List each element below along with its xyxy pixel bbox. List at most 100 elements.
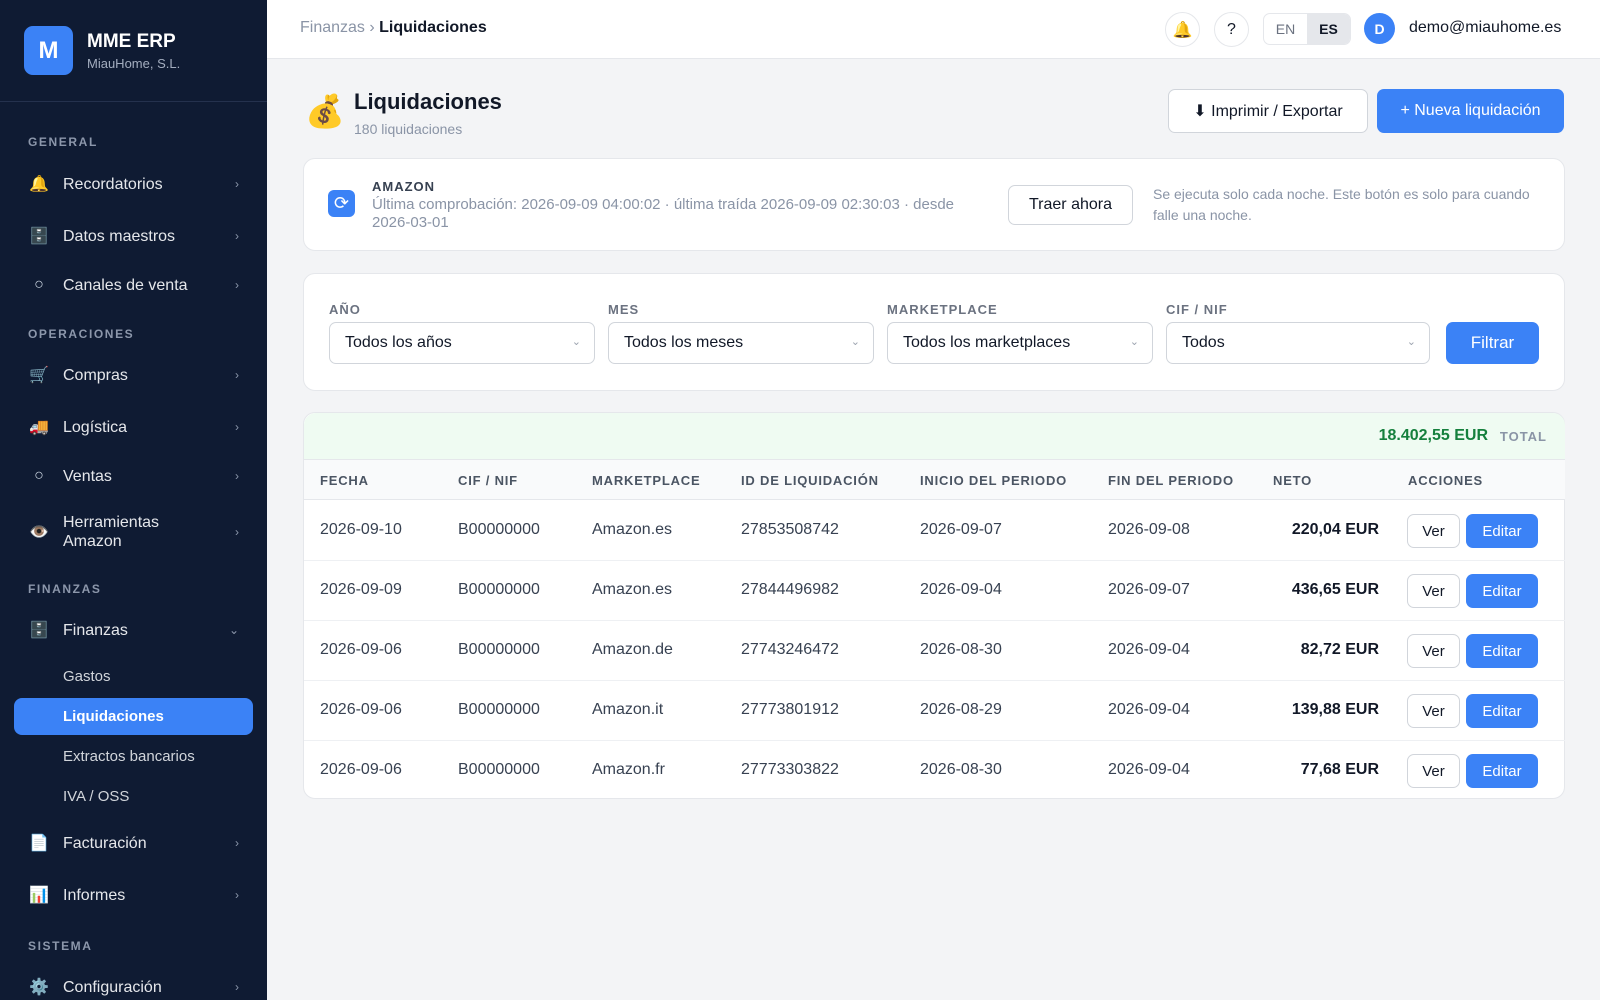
column-header[interactable]: NETO [1273, 473, 1312, 488]
brand: M MME ERP MiauHome, S.L. [0, 0, 267, 102]
total-label: TOTAL [1499, 429, 1547, 444]
sidebar-subitem-liquidaciones[interactable]: Liquidaciones [14, 698, 253, 735]
sidebar-item-canales-venta[interactable]: ○ Canales de venta › [14, 263, 253, 307]
sidebar-subitem-iva[interactable]: IVA / OSS [14, 778, 253, 815]
sidebar-item-label: Ventas [63, 467, 112, 485]
sidebar-item-ventas[interactable]: ○ Ventas › [14, 454, 253, 498]
notifications-button[interactable]: 🔔 [1165, 12, 1200, 47]
edit-button[interactable]: Editar [1466, 514, 1538, 548]
sidebar-item-finanzas[interactable]: 🗄️ Finanzas ⌄ [14, 608, 253, 652]
table-row: 2026-09-09 B00000000 Amazon.es 278444969… [304, 561, 1565, 621]
total-bar: 18.402,55 EUR TOTAL [304, 413, 1565, 460]
edit-button[interactable]: Editar [1466, 754, 1538, 788]
column-header[interactable]: FECHA [320, 473, 369, 488]
bar-chart-icon: 📊 [29, 887, 49, 904]
year-select-value: Todos los años [345, 334, 452, 351]
table-row: 2026-09-10 B00000000 Amazon.es 278535087… [304, 501, 1565, 561]
cell-inicio: 2026-08-30 [920, 641, 1002, 658]
view-button[interactable]: Ver [1407, 634, 1460, 668]
section-sistema: SISTEMA [28, 939, 93, 953]
refresh-icon: ⟳ [328, 190, 355, 217]
sync-meta: Última comprobación: 2026-09-09 04:00:02… [372, 196, 955, 231]
sidebar-item-datos-maestros[interactable]: 🗄️ Datos maestros › [14, 214, 253, 258]
sidebar-item-informes[interactable]: 📊 Informes › [14, 873, 253, 917]
breadcrumb-parent[interactable]: Finanzas [300, 19, 365, 36]
avatar[interactable]: D [1364, 13, 1395, 44]
brand-logo[interactable]: M [24, 26, 73, 75]
view-button[interactable]: Ver [1407, 754, 1460, 788]
cell-inicio: 2026-09-04 [920, 581, 1002, 598]
sync-card: ⟳ AMAZON Última comprobación: 2026-09-09… [303, 158, 1565, 251]
year-select[interactable]: Todos los años ⌄ [329, 322, 595, 364]
marketplace-select[interactable]: Todos los marketplaces ⌄ [887, 322, 1153, 364]
truck-icon: 🚚 [29, 419, 49, 436]
view-button[interactable]: Ver [1407, 574, 1460, 608]
settlements-table: 18.402,55 EUR TOTAL FECHA CIF / NIF MARK… [303, 412, 1565, 799]
sidebar-item-label: Logística [63, 418, 128, 436]
month-select[interactable]: Todos los meses ⌄ [608, 322, 874, 364]
column-header[interactable]: ID DE LIQUIDACIÓN [741, 473, 879, 488]
chevron-right-icon: › [235, 368, 239, 382]
section-finanzas: FINANZAS [28, 582, 102, 596]
edit-button[interactable]: Editar [1466, 634, 1538, 668]
lang-es-button[interactable]: ES [1307, 14, 1350, 44]
filter-year-label: AÑO [329, 302, 361, 317]
section-general: GENERAL [28, 135, 98, 149]
cell-marketplace: Amazon.fr [592, 761, 665, 778]
cell-neto: 77,68 EUR [1300, 761, 1379, 778]
cell-fin: 2026-09-08 [1108, 521, 1190, 538]
cell-cif: B00000000 [458, 581, 540, 598]
cell-fin: 2026-09-04 [1108, 761, 1190, 778]
column-header[interactable]: FIN DEL PERIODO [1108, 473, 1234, 488]
filter-marketplace-label: MARKETPLACE [887, 302, 998, 317]
sidebar-subitem-gastos[interactable]: Gastos [14, 658, 253, 695]
filter-button[interactable]: Filtrar [1446, 322, 1539, 364]
new-settlement-button[interactable]: + Nueva liquidación [1377, 89, 1564, 133]
sidebar-item-label: Recordatorios [63, 175, 163, 193]
table-row: 2026-09-06 B00000000 Amazon.it 277738019… [304, 681, 1565, 741]
cif-select[interactable]: Todos ⌄ [1166, 322, 1430, 364]
view-button[interactable]: Ver [1407, 514, 1460, 548]
export-button[interactable]: ⬇ Imprimir / Exportar [1168, 89, 1368, 133]
edit-button[interactable]: Editar [1466, 574, 1538, 608]
sidebar-item-facturacion[interactable]: 📄 Facturación › [14, 821, 253, 865]
cell-neto: 82,72 EUR [1300, 641, 1379, 658]
chevron-right-icon: › [235, 177, 239, 191]
fetch-now-button[interactable]: Traer ahora [1008, 185, 1133, 225]
sidebar-subitem-extractos[interactable]: Extractos bancarios [14, 738, 253, 775]
column-header[interactable]: INICIO DEL PERIODO [920, 473, 1067, 488]
view-button[interactable]: Ver [1407, 694, 1460, 728]
sidebar-item-compras[interactable]: 🛒 Compras › [14, 353, 253, 397]
help-button[interactable]: ? [1214, 12, 1249, 47]
breadcrumb: Finanzas › Liquidaciones [300, 19, 487, 37]
sidebar-item-label: Datos maestros [63, 227, 176, 245]
chevron-right-icon: › [235, 980, 239, 994]
chevron-down-icon: ⌄ [850, 336, 860, 348]
sidebar-item-configuracion[interactable]: ⚙️ Configuración › [14, 965, 253, 1000]
language-switcher: EN ES [1263, 13, 1351, 45]
bell-icon: 🔔 [29, 176, 49, 193]
cabinet-icon: 🗄️ [29, 622, 49, 639]
chevron-down-icon: ⌄ [1406, 336, 1416, 348]
lang-en-button[interactable]: EN [1264, 14, 1307, 44]
page-title: Liquidaciones [354, 89, 502, 114]
column-header[interactable]: MARKETPLACE [592, 473, 700, 488]
sidebar-item-recordatorios[interactable]: 🔔 Recordatorios › [14, 162, 253, 206]
chevron-right-icon: › [235, 229, 239, 243]
cell-fecha: 2026-09-06 [320, 761, 402, 778]
chevron-right-icon: › [235, 836, 239, 850]
bell-icon: 🔔 [1172, 21, 1193, 39]
sidebar-item-logistica[interactable]: 🚚 Logística › [14, 405, 253, 449]
cell-id: 27743246472 [741, 641, 839, 658]
user-email[interactable]: demo@miauhome.es [1409, 19, 1561, 37]
column-header[interactable]: CIF / NIF [458, 473, 518, 488]
chevron-down-icon: ⌄ [1129, 336, 1139, 348]
sidebar-item-herramientas-amazon[interactable]: 👁️ Herramientas Amazon › [14, 510, 253, 554]
cell-fecha: 2026-09-09 [320, 581, 402, 598]
sidebar-item-label: Facturación [63, 834, 147, 852]
chevron-down-icon: ⌄ [228, 623, 239, 637]
cell-neto: 436,65 EUR [1291, 581, 1379, 598]
edit-button[interactable]: Editar [1466, 694, 1538, 728]
cell-inicio: 2026-08-29 [920, 701, 1002, 718]
total-value: 18.402,55 EUR [1378, 427, 1488, 444]
